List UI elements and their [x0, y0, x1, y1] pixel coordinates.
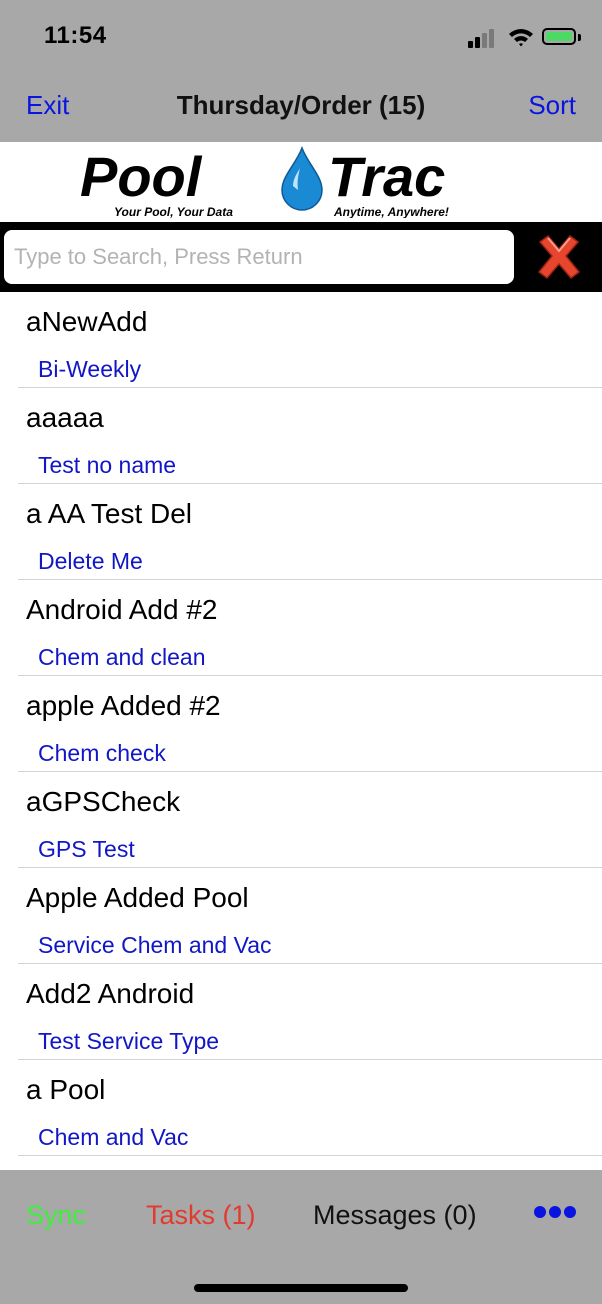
clear-search-icon[interactable]	[534, 232, 584, 282]
logo-text-trac: Trac	[328, 146, 445, 208]
customer-name: aaaaa	[26, 402, 104, 433]
list-item[interactable]: aGPSCheck GPS Test	[0, 772, 602, 868]
list-item[interactable]: aNewAdd Bi-Weekly	[0, 292, 602, 388]
list-item[interactable]: aaaaa Test no name	[0, 388, 602, 484]
logo-tagline-right: Anytime, Anywhere!	[333, 205, 449, 218]
service-type: Delete Me	[38, 548, 143, 574]
customer-name: a AA Test Del	[26, 498, 193, 529]
water-drop-icon	[281, 146, 323, 211]
sort-button[interactable]: Sort	[528, 90, 576, 121]
wifi-icon	[509, 29, 533, 47]
customer-name: aNewAdd	[26, 306, 148, 337]
service-type: Test no name	[38, 452, 177, 478]
messages-button[interactable]: Messages (0)	[313, 1200, 477, 1231]
customer-name: a Pool	[26, 1074, 106, 1105]
page-title: Thursday/Order (15)	[176, 90, 426, 120]
service-type: Chem check	[38, 740, 166, 766]
top-header: 11:54 Exit Thursday/Order (15) Sort	[0, 0, 602, 142]
search-bar	[0, 222, 602, 292]
service-type: Chem and clean	[38, 644, 206, 670]
customer-name: aGPSCheck	[26, 786, 181, 817]
sync-button[interactable]: Sync	[26, 1200, 86, 1231]
service-type: Bi-Weekly	[38, 356, 142, 382]
customer-name: apple Added #2	[26, 690, 221, 721]
logo-banner: Pool Trac Your Pool, Your Data Anytime, …	[0, 142, 602, 222]
battery-icon	[542, 28, 576, 45]
customer-name: Add2 Android	[26, 978, 195, 1009]
list-item[interactable]: Android Add #2 Chem and clean	[0, 580, 602, 676]
list-item[interactable]: apple Added #2 Chem check	[0, 676, 602, 772]
bottom-toolbar: Sync Tasks (1) Messages (0)	[0, 1170, 602, 1304]
list-item[interactable]: a Pool Chem and Vac	[0, 1060, 602, 1156]
service-type: Chem and Vac	[38, 1124, 189, 1150]
search-input[interactable]	[4, 230, 514, 284]
customer-list: aNewAdd Bi-Weekly aaaaa Test no name a A…	[0, 292, 602, 1156]
status-icons	[468, 24, 581, 50]
service-type: Test Service Type	[38, 1028, 220, 1054]
list-item[interactable]: Add2 Android Test Service Type	[0, 964, 602, 1060]
logo-text-pool: Pool	[80, 146, 203, 208]
pooltrac-logo: Pool Trac Your Pool, Your Data Anytime, …	[80, 146, 449, 218]
status-time: 11:54	[44, 22, 107, 49]
signal-icon	[468, 26, 498, 48]
list-item[interactable]: Apple Added Pool Service Chem and Vac	[0, 868, 602, 964]
customer-name: Apple Added Pool	[26, 882, 249, 913]
list-item[interactable]: a AA Test Del Delete Me	[0, 484, 602, 580]
home-indicator[interactable]	[194, 1284, 408, 1292]
customer-name: Android Add #2	[26, 594, 218, 625]
more-icon[interactable]	[534, 1206, 576, 1220]
row-divider	[18, 1155, 602, 1156]
logo-tagline-left: Your Pool, Your Data	[114, 205, 233, 218]
service-type: GPS Test	[38, 836, 135, 862]
service-type: Service Chem and Vac	[38, 932, 272, 958]
tasks-button[interactable]: Tasks (1)	[146, 1200, 256, 1231]
exit-button[interactable]: Exit	[26, 90, 69, 121]
